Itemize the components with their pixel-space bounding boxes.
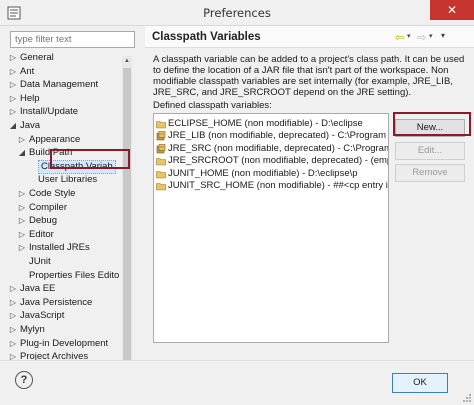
variable-label: JRE_SRCROOT (non modifiable, deprecated)… [168,155,389,167]
collapsed-arrow-icon[interactable]: ▷ [18,188,26,200]
title-bar: Preferences ✕ [0,0,474,26]
forward-arrow-icon[interactable]: ⇨ [417,31,426,44]
variable-label: JUNIT_HOME (non modifiable) - D:\eclipse… [168,167,358,179]
collapsed-arrow-icon[interactable]: ▷ [9,66,17,78]
preferences-tree: ▷ General ▷ Ant ▷ Data Management ▷ Help ▷ Instal… [7,52,131,378]
new-button-highlight [393,112,471,136]
preferences-navigation-pane: ▷General▷Ant▷Data Management▷Help▷Instal… [0,26,139,376]
classpath-variables-list[interactable]: ECLIPSE_HOME (non modifiable) - D:\eclip… [153,113,389,343]
variable-label: JUNIT_SRC_HOME (non modifiable) - ##<cp … [168,180,389,191]
collapsed-arrow-icon[interactable]: ▷ [9,324,17,336]
tree-item-label: Data Management [20,79,99,91]
collapsed-arrow-icon[interactable]: ▷ [9,338,17,350]
tree-item-label: JavaScript [20,310,65,322]
collapsed-arrow-icon[interactable]: ▷ [9,283,17,295]
collapsed-arrow-icon[interactable]: ▷ [18,215,26,227]
tree-item-label: Java Persistence [20,296,93,308]
back-dropdown-icon[interactable]: ▾ [407,32,411,40]
close-window-button[interactable]: ✕ [430,0,474,20]
variable-label: JRE_SRC (non modifiable, deprecated) - C… [168,142,389,154]
window-title: Preferences [203,6,271,20]
folder-icon [156,183,166,191]
back-arrow-icon[interactable]: ⇦ [395,31,404,44]
tree-item-label: Code Style [29,188,76,199]
tree-item-label: General [20,52,54,63]
page-title: Classpath Variables [152,31,261,43]
remove-button[interactable]: Remove [395,164,465,182]
resize-grip-icon[interactable] [462,393,472,403]
jar-file-icon [156,143,166,154]
page-content: Classpath Variables ⇦ ▾ ⇨ ▾ ▾ A classpat… [145,26,474,356]
collapsed-arrow-icon[interactable]: ▷ [18,202,26,214]
ok-button[interactable]: OK [392,373,448,393]
filter-input[interactable] [10,31,135,48]
page-description: A classpath variable can be added to a p… [153,54,465,98]
tree-item-label: Editor [29,228,54,240]
collapsed-arrow-icon[interactable]: ▷ [18,242,26,254]
edit-button[interactable]: Edit... [395,142,465,160]
expanded-arrow-icon[interactable]: ◢ [18,147,26,159]
collapsed-arrow-icon[interactable]: ▷ [9,93,17,105]
collapsed-arrow-icon[interactable]: ▷ [18,134,26,146]
tree-item-label: Java [20,120,41,131]
collapsed-arrow-icon[interactable]: ▷ [18,229,26,241]
tree-item-label: Java EE [20,283,56,295]
tree-item-label: Ant [20,65,35,77]
collapsed-arrow-icon[interactable]: ▷ [9,52,17,64]
help-icon: ? [20,374,28,386]
expanded-arrow-icon[interactable]: ◢ [9,120,17,132]
tree-item-label: Compiler [29,201,68,213]
forward-dropdown-icon[interactable]: ▾ [429,32,433,40]
scroll-up-arrow-icon[interactable]: ▲ [122,56,132,66]
tree-item-label: Installed JREs [29,242,90,254]
variable-label: ECLIPSE_HOME (non modifiable) - D:\eclip… [168,118,363,129]
collapsed-arrow-icon[interactable]: ▷ [9,106,17,118]
jar-file-icon [156,131,166,141]
tree-item-label: Help [20,92,40,104]
tree-item-label: Debug [29,215,57,227]
folder-icon [156,170,166,178]
collapsed-arrow-icon[interactable]: ▷ [9,79,17,91]
folder-icon [156,158,166,166]
tree-item-label: Properties Files Edito [29,269,120,281]
defined-variables-label: Defined classpath variables: [153,100,272,111]
tree-item-label: Mylyn [20,324,45,335]
scrollbar-thumb[interactable] [123,68,131,360]
close-icon: ✕ [446,3,458,17]
tree-selection-highlight [50,149,130,169]
tree-item-label: Appearance [29,133,81,145]
tree-item-label: Install/Update [20,106,79,118]
collapsed-arrow-icon[interactable]: ▷ [9,297,17,309]
view-menu-icon[interactable]: ▾ [441,31,445,40]
tree-item-label: Plug-in Development [20,337,109,349]
folder-icon [156,121,166,129]
tree-vertical-scrollbar[interactable]: ▲ [122,56,132,376]
variable-label: JRE_LIB (non modifiable, deprecated) - C… [168,130,389,142]
page-header: Classpath Variables ⇦ ▾ ⇨ ▾ ▾ [145,26,474,48]
dialog-button-bar: ? OK [0,360,474,405]
tree-item-label: JUnit [29,256,51,267]
collapsed-arrow-icon[interactable]: ▷ [9,310,17,322]
tree-item-label: User Libraries [38,174,98,186]
help-button[interactable]: ? [15,371,33,389]
